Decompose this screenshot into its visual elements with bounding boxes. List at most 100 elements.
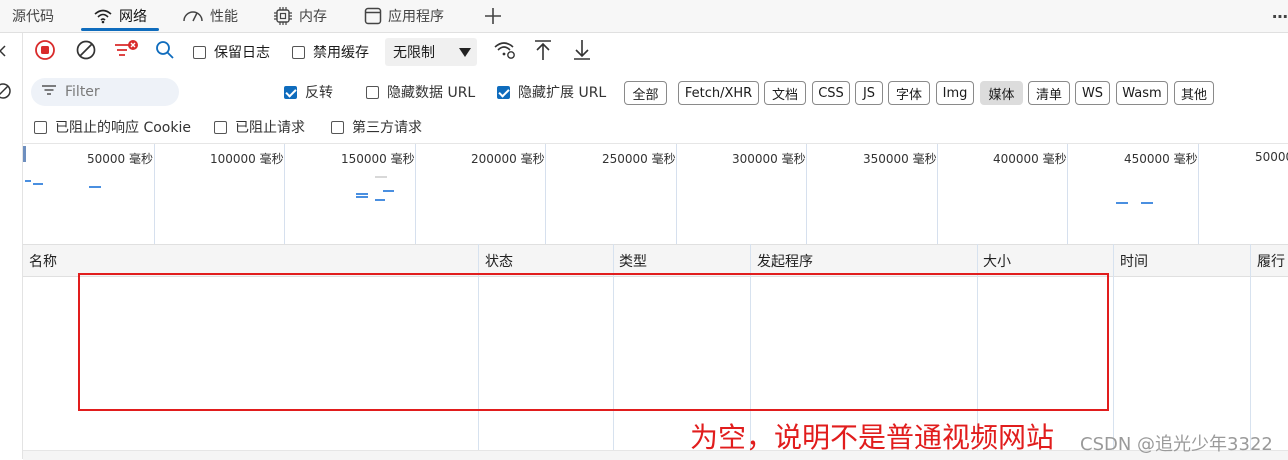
checkbox-box — [284, 85, 297, 99]
network-conditions-button[interactable] — [493, 33, 517, 71]
timeline-gridline — [937, 144, 938, 244]
filter-chip-font[interactable]: 字体 — [888, 81, 930, 105]
tab-label: 网络 — [119, 9, 147, 25]
filter-chip-img[interactable]: Img — [936, 81, 974, 105]
column-header-time[interactable]: 时间 — [1114, 245, 1148, 277]
timeline-request-bar — [375, 176, 387, 178]
timeline-overview[interactable]: 50000 毫秒 100000 毫秒 150000 毫秒 200000 毫秒 2… — [23, 143, 1288, 244]
timeline-request-bar — [33, 183, 43, 185]
timeline-gridline — [676, 144, 677, 244]
filter-toggle-button[interactable] — [113, 33, 139, 71]
timeline-tick-label: 300000 毫秒 — [732, 152, 806, 166]
third-party-checkbox[interactable]: 第三方请求 — [331, 112, 422, 142]
timeline-gridline — [284, 144, 285, 244]
column-header-name[interactable]: 名称 — [23, 245, 57, 277]
filter-row: Filter 反转 隐藏数据 URL 隐藏扩展 URL 全部 Fetch/XHR… — [23, 72, 1288, 112]
filter-chip-doc[interactable]: 文档 — [764, 81, 806, 105]
timeline-tick-label: 350000 毫秒 — [863, 152, 937, 166]
filter-chip-ws[interactable]: WS — [1075, 81, 1110, 105]
search-icon — [155, 40, 175, 64]
tab-label: 源代码 — [12, 9, 54, 25]
tab-performance[interactable]: 性能 — [182, 0, 238, 32]
disable-cache-checkbox[interactable]: 禁用缓存 — [292, 33, 369, 71]
timeline-request-bar — [1116, 202, 1128, 204]
timeline-gridline — [415, 144, 416, 244]
plus-icon — [484, 7, 502, 25]
filter-chip-all[interactable]: 全部 — [624, 81, 667, 105]
request-options-row: 已阻止的响应 Cookie 已阻止请求 第三方请求 — [23, 112, 1288, 142]
performance-icon — [182, 8, 204, 24]
timeline-gridline — [1198, 144, 1199, 244]
hide-data-url-label: 隐藏数据 URL — [387, 85, 476, 101]
checkbox-box — [497, 85, 510, 99]
search-button[interactable] — [155, 33, 175, 71]
clear-icon — [75, 39, 97, 65]
preserve-log-label: 保留日志 — [214, 45, 270, 61]
tab-memory[interactable]: 内存 — [273, 0, 327, 32]
more-menu-button[interactable]: ⋯ — [1272, 0, 1288, 32]
timeline-tick-label: 450000 毫秒 — [1124, 152, 1198, 166]
memory-chip-icon — [273, 6, 293, 26]
chevron-down-icon — [459, 48, 471, 57]
filter-chip-other[interactable]: 其他 — [1174, 81, 1214, 105]
timeline-gridline — [806, 144, 807, 244]
import-har-button[interactable] — [533, 33, 553, 71]
filter-chip-js[interactable]: JS — [855, 81, 883, 105]
filter-clear-icon — [113, 39, 139, 65]
filter-placeholder: Filter — [65, 84, 100, 100]
column-header-fulfilled[interactable]: 履行 — [1251, 245, 1285, 277]
filter-chip-wasm[interactable]: Wasm — [1116, 81, 1168, 105]
third-party-label: 第三方请求 — [352, 120, 422, 136]
clear-circle-icon[interactable] — [0, 82, 12, 104]
tab-network[interactable]: 网络 — [81, 0, 159, 32]
tab-label: 性能 — [210, 9, 238, 25]
column-divider — [1250, 244, 1251, 451]
timeline-tick-label: 50000 — [1255, 150, 1288, 164]
record-button[interactable] — [34, 33, 56, 71]
filter-chip-media[interactable]: 媒体 — [980, 81, 1023, 105]
throttling-value: 无限制 — [393, 45, 435, 61]
timeline-gridline — [545, 144, 546, 244]
collapse-icon[interactable] — [0, 43, 8, 63]
more-icon: ⋯ — [1272, 6, 1288, 26]
tab-sources[interactable]: 源代码 — [0, 0, 54, 32]
export-har-button[interactable] — [572, 33, 592, 71]
preserve-log-checkbox[interactable]: 保留日志 — [193, 33, 270, 71]
checkbox-box — [34, 120, 47, 134]
annotation-text: 为空，说明不是普通视频网站 — [690, 421, 1055, 454]
annotation-highlight-box — [78, 273, 1109, 411]
timeline-request-bar — [1141, 202, 1153, 204]
filter-chip-css[interactable]: CSS — [812, 81, 850, 105]
disable-cache-label: 禁用缓存 — [313, 45, 369, 61]
checkbox-box — [331, 120, 344, 134]
tab-application[interactable]: 应用程序 — [364, 0, 444, 32]
devtools-tab-bar: 源代码 网络 性能 内存 应用程序 ⋯ — [0, 0, 1288, 33]
filter-chip-manifest[interactable]: 清单 — [1028, 81, 1070, 105]
timeline-request-bar — [383, 190, 394, 192]
throttling-select[interactable]: 无限制 — [385, 38, 477, 66]
wifi-icon — [93, 8, 113, 24]
application-window-icon — [364, 7, 382, 25]
checkbox-box — [214, 120, 227, 134]
hide-data-url-checkbox[interactable]: 隐藏数据 URL — [366, 72, 475, 112]
invert-checkbox[interactable]: 反转 — [284, 72, 333, 112]
hide-extension-url-checkbox[interactable]: 隐藏扩展 URL — [497, 72, 606, 112]
download-icon — [572, 39, 592, 65]
timeline-request-bar — [25, 180, 31, 182]
filter-chip-fetch-xhr[interactable]: Fetch/XHR — [678, 81, 759, 105]
timeline-handle[interactable] — [23, 146, 26, 162]
upload-icon — [533, 39, 553, 65]
timeline-tick-label: 100000 毫秒 — [210, 152, 284, 166]
blocked-cookies-checkbox[interactable]: 已阻止的响应 Cookie — [34, 112, 191, 142]
filter-lines-icon — [41, 84, 57, 100]
blocked-requests-checkbox[interactable]: 已阻止请求 — [214, 112, 305, 142]
add-tab-button[interactable] — [484, 0, 502, 32]
watermark: CSDN @追光少年3322 — [1080, 434, 1273, 455]
filter-input[interactable]: Filter — [31, 78, 179, 106]
timeline-request-bar — [89, 186, 101, 188]
blocked-requests-label: 已阻止请求 — [235, 120, 305, 136]
clear-button[interactable] — [75, 33, 97, 71]
tab-label: 应用程序 — [388, 9, 444, 25]
source-icon — [0, 8, 6, 24]
timeline-request-bar — [356, 196, 368, 198]
